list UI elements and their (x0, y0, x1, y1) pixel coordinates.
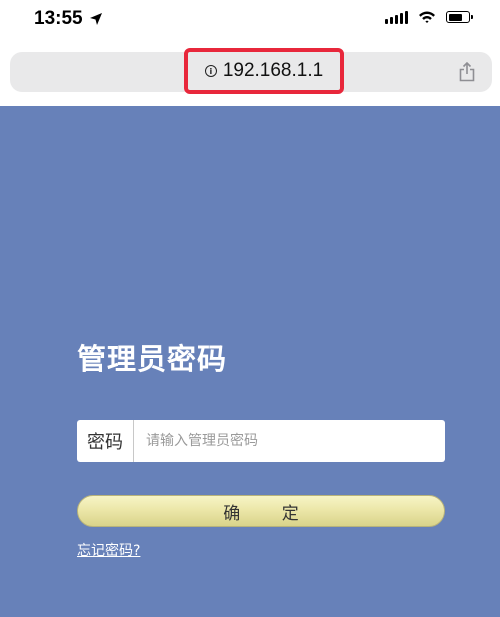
confirm-button[interactable]: 确 定 (77, 495, 445, 527)
page-title: 管理员密码 (77, 342, 228, 376)
password-input[interactable] (134, 420, 445, 462)
info-icon[interactable]: i (204, 65, 217, 77)
location-arrow-icon (89, 13, 102, 25)
url-highlight-box[interactable]: i 192.168.1.1 (184, 48, 344, 94)
url-text[interactable]: 192.168.1.1 (223, 60, 323, 82)
status-time-container: 13:55 (34, 8, 103, 30)
cellular-signal-icon (385, 10, 408, 24)
login-panel: 管理员密码 密码 确 定 忘记密码? (0, 106, 500, 617)
battery-level (448, 13, 462, 21)
browser-toolbar: i 192.168.1.1 (0, 40, 500, 106)
wifi-icon (419, 11, 435, 23)
share-icon[interactable] (458, 62, 476, 82)
address-bar[interactable]: i 192.168.1.1 (10, 48, 492, 94)
status-bar: 13:55 (0, 0, 500, 40)
status-indicators (385, 10, 473, 24)
status-time: 13:55 (34, 8, 83, 29)
battery-icon (446, 11, 473, 23)
password-label: 密码 (77, 420, 134, 462)
forgot-password-link[interactable]: 忘记密码? (77, 540, 140, 560)
password-field-group: 密码 (77, 420, 445, 462)
